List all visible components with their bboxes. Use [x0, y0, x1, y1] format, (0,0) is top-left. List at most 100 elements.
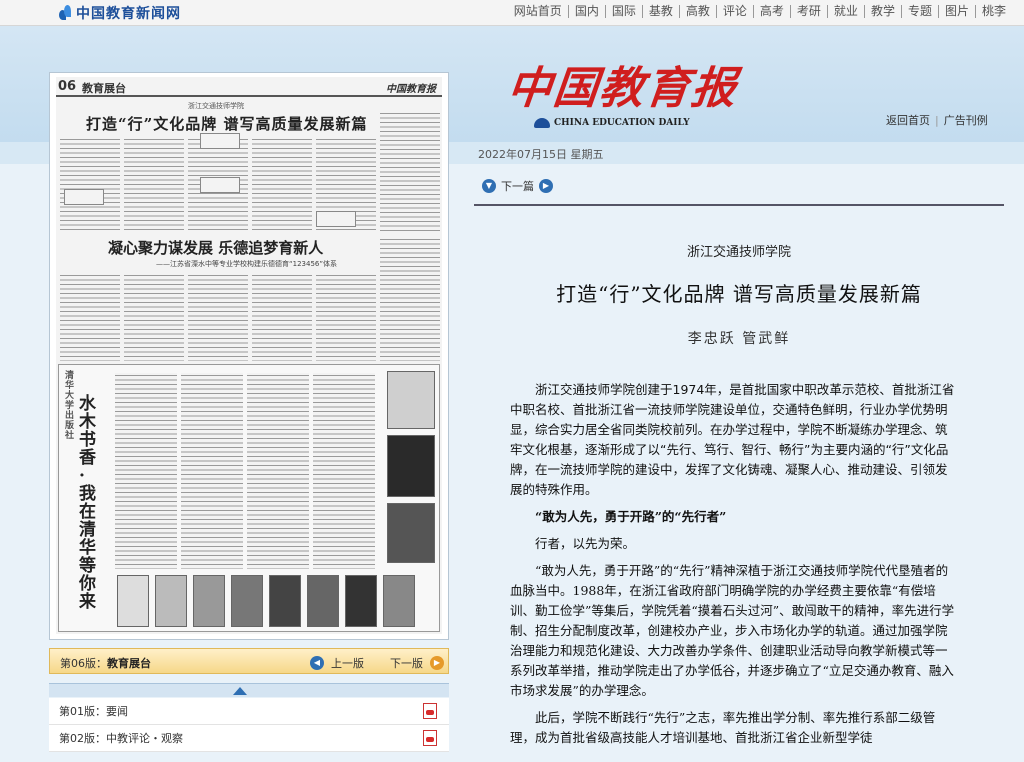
top-bar: 中国教育新闻网 网站首页 国内 国际 基教 高教 评论 高考 考研 就业 教学 … — [0, 0, 1024, 26]
site-logo-text: 中国教育新闻网 — [76, 6, 181, 22]
text-column — [380, 111, 440, 231]
text-column — [115, 373, 177, 569]
site-logo[interactable]: 中国教育新闻网 — [58, 4, 181, 22]
arrow-down-icon: ▼ — [482, 179, 496, 193]
ad-title: 水木书香·我在清华等你来 — [79, 394, 96, 612]
article-subheading: “敢为人先，勇于开路”的“先行者” — [535, 509, 727, 524]
paper-headline: 打造“行”文化品牌 谱写高质量发展新篇 — [86, 115, 368, 133]
article-rule — [474, 204, 1004, 206]
article-paragraph: “敢为人先，勇于开路”的“先行”精神深植于浙江交通技师学院代代垦殖者的血脉当中。… — [510, 563, 955, 698]
text-column — [60, 273, 120, 361]
current-page-bar: 第06版：教育展台 ◀ 上一版 下一版 ▶ — [49, 648, 449, 674]
nav-item-teaching[interactable]: 教学 — [865, 5, 902, 18]
pull-quote-box — [200, 133, 240, 149]
book-cover — [387, 371, 435, 429]
page-list-collapse[interactable] — [49, 683, 449, 697]
pdf-icon[interactable] — [423, 730, 437, 746]
book-cover — [387, 435, 435, 497]
separator: | — [935, 114, 939, 127]
book-cover — [231, 575, 263, 627]
text-column — [124, 273, 184, 361]
prev-page-label: 上一版 — [331, 657, 364, 670]
article-kicker: 浙江交通技师学院 — [686, 245, 791, 260]
pdf-icon[interactable] — [423, 703, 437, 719]
article-paragraph: 此后，学院不断践行“先行”之志，率先推出学分制、率先推行系部二级管理，成为首批省… — [510, 710, 936, 745]
nav-item-pictures[interactable]: 图片 — [939, 5, 976, 18]
text-column — [316, 273, 376, 361]
article-nav: ▼ 下一篇 ▶ — [482, 178, 558, 194]
nav-item-domestic[interactable]: 国内 — [569, 5, 606, 18]
nav-item-comment[interactable]: 评论 — [717, 5, 754, 18]
publisher-logo: 清华大学出版社 — [65, 371, 75, 441]
text-column — [252, 273, 312, 361]
next-page-button[interactable]: 下一版 ▶ — [390, 655, 444, 671]
book-advertisement: 清华大学出版社 水木书香·我在清华等你来 — [58, 364, 440, 632]
article-author: 李忠跃 管武鲜 — [687, 331, 791, 347]
text-column — [181, 373, 243, 569]
page-list-label: 第01版： — [59, 705, 106, 718]
masthead-english: CHINA EDUCATION DAILY — [554, 118, 690, 128]
book-cover — [307, 575, 339, 627]
paper-headline-2-subtitle: ——江苏省溧水中等专业学校构建乐德德育“123456”体系 — [156, 260, 337, 268]
article-panel: ▼ 下一篇 ▶ 浙江交通技师学院 打造“行”文化品牌 谱写高质量发展新篇 李忠跃… — [474, 170, 1004, 762]
flame-logo-icon — [58, 5, 72, 21]
issue-date: 2022年07月15日 星期五 — [478, 148, 604, 161]
masthead: 中国教育报 CHINA EDUCATION DAILY — [505, 52, 740, 128]
globe-icon — [534, 118, 550, 128]
page-number: 06 — [58, 79, 77, 94]
arrow-right-icon[interactable]: ▶ — [539, 179, 553, 193]
newspaper-page-image[interactable]: 06 教育展台 中国教育报 浙江交通技师学院 打造“行”文化品牌 谱写高质量发展… — [56, 77, 442, 634]
return-home-link[interactable]: 返回首页 — [886, 114, 930, 127]
paper-headline-2: 凝心聚力谋发展 乐德追梦育新人 — [108, 239, 324, 257]
page-list-name: 中教评论・观察 — [106, 732, 183, 745]
masthead-subtitle: CHINA EDUCATION DAILY — [534, 118, 738, 128]
arrow-right-icon: ▶ — [430, 656, 444, 670]
text-column — [313, 373, 375, 569]
text-column — [380, 237, 440, 361]
book-cover — [383, 575, 415, 627]
nav-item-international[interactable]: 国际 — [606, 5, 643, 18]
nav-item-kaoyan[interactable]: 考研 — [791, 5, 828, 18]
text-column — [188, 273, 248, 361]
page-rule — [56, 95, 442, 97]
nav-item-topics[interactable]: 专题 — [902, 5, 939, 18]
pull-quote-box — [316, 211, 356, 227]
text-column — [252, 137, 312, 231]
main-nav: 网站首页 国内 国际 基教 高教 评论 高考 考研 就业 教学 专题 图片 桃李 — [508, 5, 1006, 18]
nav-item-employment[interactable]: 就业 — [828, 5, 865, 18]
text-column — [60, 137, 120, 231]
article-paragraph: 行者，以先为荣。 — [535, 536, 636, 551]
current-page-label: 第06版： — [60, 657, 107, 670]
page-list: 第01版：要闻 第02版：中教评论・观察 — [49, 698, 449, 752]
prev-page-button[interactable]: ◀ 上一版 — [310, 655, 364, 671]
next-page-label: 下一版 — [390, 657, 423, 670]
text-column — [247, 373, 309, 569]
page-list-item[interactable]: 第01版：要闻 — [49, 698, 449, 725]
arrow-left-icon: ◀ — [310, 656, 324, 670]
pull-quote-box — [200, 177, 240, 193]
nav-item-higher-edu[interactable]: 高教 — [680, 5, 717, 18]
next-article-link[interactable]: 下一篇 — [501, 178, 534, 194]
article-body: 浙江交通技师学院创建于1974年，是首批国家中职改革示范校、首批浙江省中职名校、… — [510, 380, 956, 755]
ad-rates-link[interactable]: 广告刊例 — [944, 114, 988, 127]
page-section: 教育展台 — [82, 82, 126, 95]
text-column — [124, 137, 184, 231]
article-title: 打造“行”文化品牌 谱写高质量发展新篇 — [556, 282, 922, 306]
book-cover — [155, 575, 187, 627]
current-page-name: 第06版：教育展台 — [60, 655, 151, 671]
book-cover — [269, 575, 301, 627]
paper-kicker: 浙江交通技师学院 — [188, 102, 244, 110]
nav-item-home[interactable]: 网站首页 — [508, 5, 569, 18]
book-cover — [117, 575, 149, 627]
book-cover — [387, 503, 435, 563]
pull-quote-box — [64, 189, 104, 205]
nav-item-gaokao[interactable]: 高考 — [754, 5, 791, 18]
page-list-name: 要闻 — [106, 705, 128, 718]
nav-item-basic-edu[interactable]: 基教 — [643, 5, 680, 18]
masthead-title: 中国教育报 — [504, 63, 741, 114]
nav-item-taoli[interactable]: 桃李 — [976, 5, 1006, 18]
header-links: 返回首页 | 广告刊例 — [886, 112, 988, 128]
paper-logo: 中国教育报 — [386, 84, 436, 95]
book-cover — [345, 575, 377, 627]
page-list-item[interactable]: 第02版：中教评论・观察 — [49, 725, 449, 752]
